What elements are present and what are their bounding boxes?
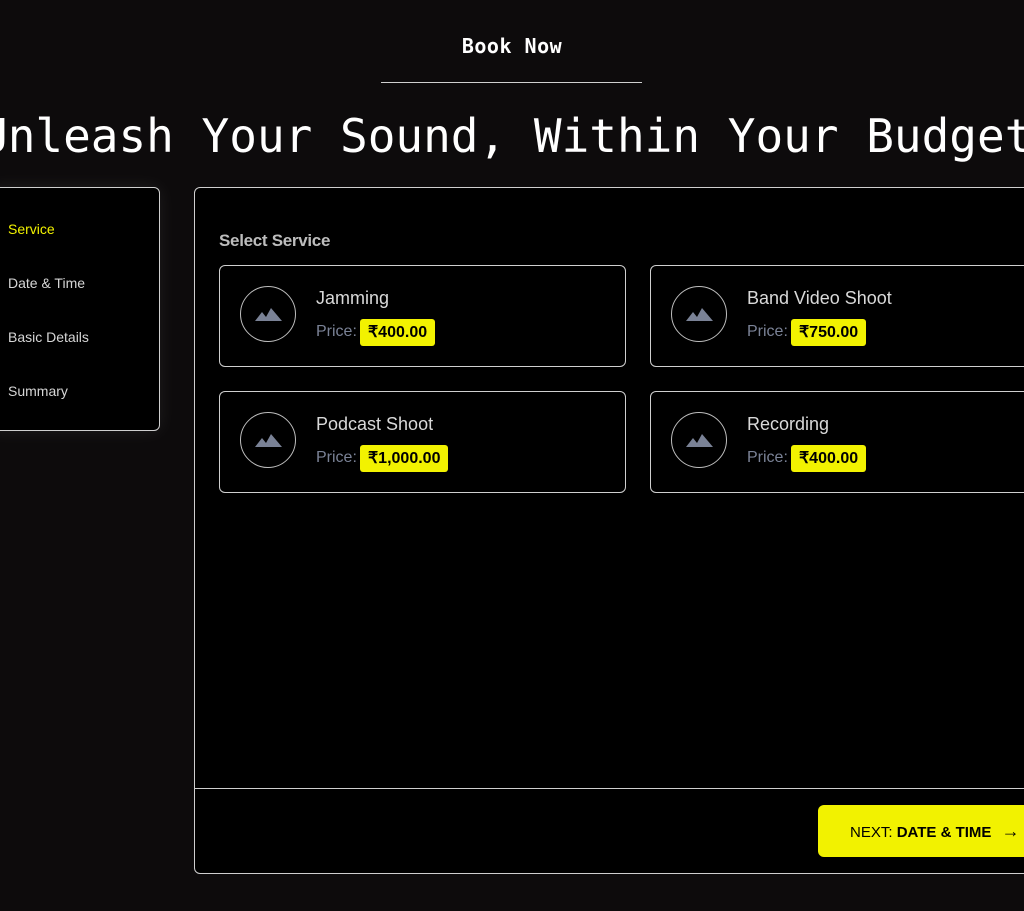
price-badge: ₹400.00 [360, 319, 436, 346]
next-step-label: DATE & TIME [896, 823, 992, 841]
step-basic-details[interactable]: Basic Details [8, 329, 89, 345]
service-card-podcast-shoot[interactable]: Podcast Shoot Price: ₹1,000.00 [219, 391, 626, 493]
step-service[interactable]: Service [8, 221, 55, 237]
image-placeholder-icon [671, 412, 727, 468]
service-name: Recording [747, 414, 830, 434]
price-badge: ₹1,000.00 [360, 445, 449, 472]
service-card-recording[interactable]: Recording Price: ₹400.00 [650, 391, 1024, 493]
image-placeholder-icon [240, 286, 296, 342]
steps-sidebar: Service Date & Time Basic Details Summar… [0, 187, 160, 431]
service-name: Band Video Shoot [747, 288, 892, 308]
next-date-time-button[interactable]: NEXT: DATE & TIME → [818, 805, 1024, 857]
service-card-band-video-shoot[interactable]: Band Video Shoot Price: ₹750.00 [650, 265, 1024, 367]
service-name: Podcast Shoot [316, 414, 434, 434]
service-panel: Select Service Jamming Price: ₹400.00 Ba… [194, 187, 1024, 874]
price-label: Price: [316, 323, 357, 340]
price-badge: ₹750.00 [791, 319, 867, 346]
step-date-time[interactable]: Date & Time [8, 275, 85, 291]
price-badge: ₹400.00 [791, 445, 867, 472]
service-name: Jamming [316, 288, 390, 308]
price-label: Price: [747, 323, 788, 340]
image-placeholder-icon [671, 286, 727, 342]
next-prefix: NEXT: [850, 823, 897, 841]
book-now-heading: Book Now [461, 34, 563, 58]
price-label: Price: [747, 449, 788, 466]
image-placeholder-icon [240, 412, 296, 468]
book-now-underline [381, 82, 642, 83]
service-card-jamming[interactable]: Jamming Price: ₹400.00 [219, 265, 626, 367]
page-headline: Unleash Your Sound, Within Your Budget [0, 109, 1024, 163]
price-label: Price: [316, 449, 357, 466]
arrow-right-icon: → [1001, 820, 1020, 841]
step-summary[interactable]: Summary [8, 383, 68, 399]
panel-footer-divider [195, 788, 1024, 789]
panel-title: Select Service [219, 231, 331, 250]
